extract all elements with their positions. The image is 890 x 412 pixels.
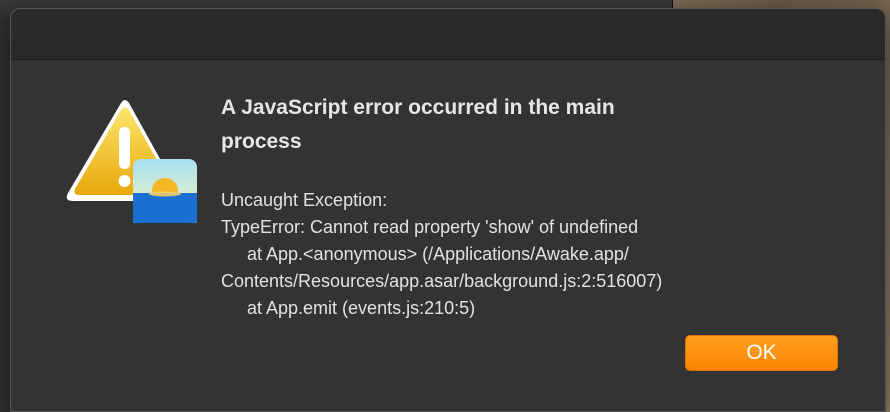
ok-button[interactable]: OK xyxy=(685,335,838,371)
message-line: at App.<anonymous> (/Applications/Awake.… xyxy=(247,244,629,264)
message-line: at App.emit (events.js:210:5) xyxy=(247,298,476,318)
warning-triangle-icon xyxy=(66,100,197,223)
awake-app-icon xyxy=(133,159,197,223)
message-line: Contents/Resources/app.asar/background.j… xyxy=(221,271,663,291)
message-line: Uncaught Exception: xyxy=(221,190,388,210)
dialog-titlebar xyxy=(11,9,885,60)
message-line: TypeError: Cannot read property 'show' o… xyxy=(221,217,639,237)
error-dialog: A JavaScript error occurred in the main … xyxy=(10,8,886,412)
dialog-text: A JavaScript error occurred in the main … xyxy=(221,91,841,322)
dialog-message: Uncaught Exception: TypeError: Cannot re… xyxy=(221,187,841,322)
dialog-title: A JavaScript error occurred in the main … xyxy=(221,96,615,153)
